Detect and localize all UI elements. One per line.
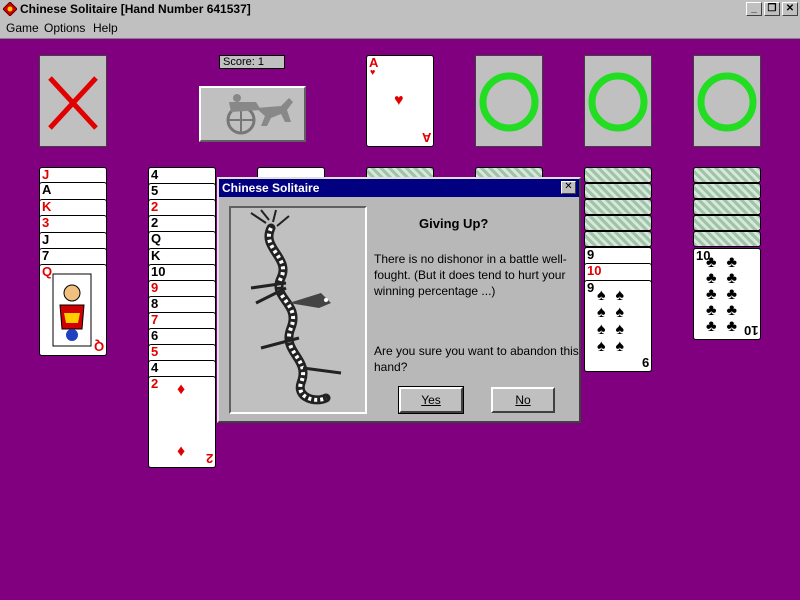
dragon-icon <box>250 209 342 405</box>
diamond-icon: ♦ <box>177 443 186 460</box>
chariot-icon <box>226 94 293 135</box>
card-back <box>693 167 761 183</box>
dialog-heading: Giving Up? <box>419 216 489 231</box>
no-button[interactable]: No <box>491 387 555 413</box>
dialog-close-button[interactable]: ✕ <box>561 181 576 194</box>
card-back <box>584 231 652 247</box>
card-rank: A <box>421 130 431 145</box>
foundation-slot-2[interactable] <box>584 55 652 147</box>
score-display: Score: 1 <box>219 55 285 69</box>
dialog-message: There is no dishonor in a battle well-fo… <box>374 252 567 298</box>
tableau-card-two[interactable]: 2 ♦ ♦ 2 <box>148 376 216 468</box>
heart-icon: ♥ <box>370 67 376 77</box>
circle-mark-icon <box>697 72 757 132</box>
dialog-title: Chinese Solitaire <box>219 179 579 197</box>
give-up-dialog: Chinese Solitaire ✕ Giving Up? There is … <box>217 177 581 423</box>
menu-game[interactable]: Game <box>6 21 39 35</box>
card-back <box>693 183 761 199</box>
window-title: Chinese Solitaire [Hand Number 641537] <box>20 2 251 16</box>
menu-options[interactable]: Options <box>44 21 85 35</box>
menu-bar: Game Options Help <box>0 19 800 39</box>
x-mark-icon <box>48 76 98 130</box>
title-bar: Chinese Solitaire [Hand Number 641537] _… <box>0 0 800 19</box>
minimize-button[interactable]: _ <box>746 2 762 16</box>
app-icon[interactable] <box>3 2 17 16</box>
card-back <box>584 167 652 183</box>
foundation-card[interactable]: A ♥ ♥ A <box>366 55 434 147</box>
restore-button[interactable]: ❐ <box>764 2 780 16</box>
spade-icon: ♠♠ ♠♠ ♠♠ ♠♠ <box>597 287 634 355</box>
card-back <box>584 183 652 199</box>
card-back <box>584 199 652 215</box>
circle-mark-icon <box>479 72 539 132</box>
circle-mark-icon <box>588 72 648 132</box>
menu-help[interactable]: Help <box>93 21 118 35</box>
tableau-card-nine[interactable]: 9 ♠♠ ♠♠ ♠♠ ♠♠ 9 <box>584 280 652 372</box>
queen-face-icon <box>52 273 92 347</box>
card-back <box>693 231 761 247</box>
diamond-icon: ♦ <box>177 381 186 398</box>
tableau-card-queen[interactable]: Q Q <box>39 264 107 356</box>
foundation-slot-3[interactable] <box>693 55 761 147</box>
yes-button[interactable]: Yes <box>398 386 464 414</box>
dialog-question: Are you sure you want to abandon this ha… <box>374 344 579 374</box>
card-back <box>693 199 761 215</box>
heart-icon: ♥ <box>394 92 404 109</box>
stock-pile[interactable] <box>199 86 306 142</box>
dragon-image <box>229 206 367 414</box>
card-back <box>584 215 652 231</box>
discard-slot[interactable] <box>39 55 107 147</box>
foundation-slot-1[interactable] <box>475 55 543 147</box>
card-back <box>693 215 761 231</box>
tableau-card-ten[interactable]: 10 ♣♣ ♣♣ ♣♣ ♣♣ ♣♣ 10 <box>693 248 761 340</box>
close-button[interactable]: ✕ <box>782 2 798 16</box>
